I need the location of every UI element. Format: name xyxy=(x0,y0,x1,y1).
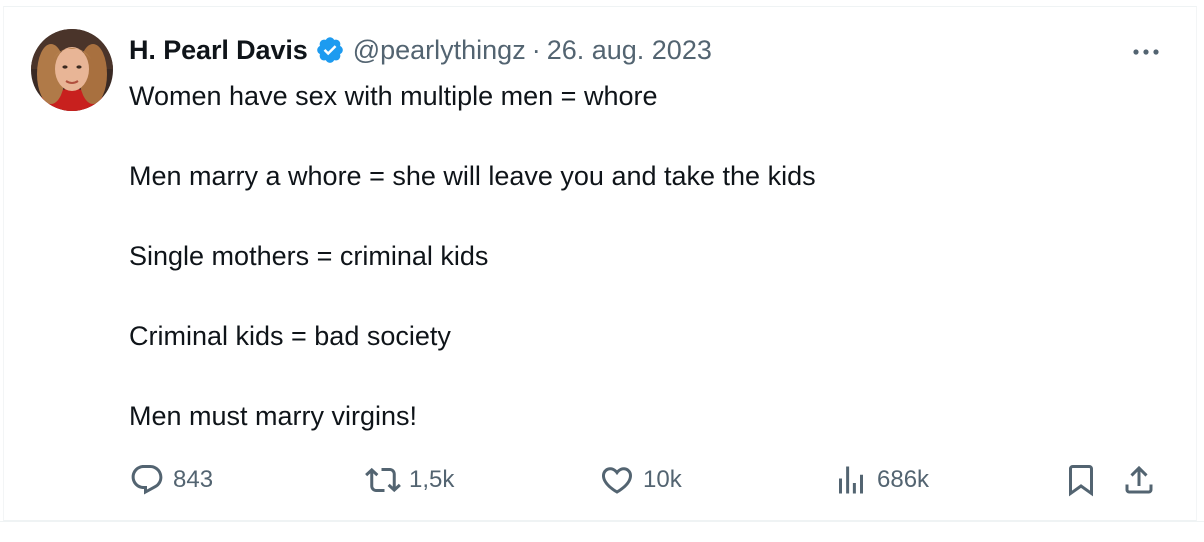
tweet-text: Women have sex with multiple men = whore… xyxy=(129,76,1129,436)
reply-button[interactable]: 843 xyxy=(129,460,213,500)
avatar-image xyxy=(31,29,113,111)
repost-icon xyxy=(365,467,401,493)
bookmark-button[interactable] xyxy=(1063,460,1099,500)
tweet-text-line: Criminal kids = bad society xyxy=(129,321,451,351)
reply-icon xyxy=(131,465,163,495)
tweet-text-line: Men marry a whore = she will leave you a… xyxy=(129,161,816,191)
tweet-text-line: Single mothers = criminal kids xyxy=(129,241,489,271)
header-separator: · xyxy=(531,34,541,65)
tweet-actions: 843 1,5k 10k 686k xyxy=(129,460,1169,500)
tweet-date[interactable]: 26. aug. 2023 xyxy=(547,35,712,66)
bookmark-icon xyxy=(1069,465,1093,497)
like-icon xyxy=(601,467,633,494)
tweet-header: H. Pearl Davis @pearlythingz · 26. aug. … xyxy=(129,30,712,70)
repost-button[interactable]: 1,5k xyxy=(365,460,454,500)
views-count: 686k xyxy=(877,466,930,493)
repost-count: 1,5k xyxy=(409,466,455,493)
share-button[interactable] xyxy=(1121,460,1157,500)
views-button[interactable]: 686k xyxy=(833,460,929,500)
more-icon xyxy=(1133,49,1159,55)
tweet-text-line: Men must marry virgins! xyxy=(129,401,418,431)
next-item-divider xyxy=(0,521,1204,542)
reply-count: 843 xyxy=(173,466,214,493)
like-count: 10k xyxy=(643,466,682,493)
tweet-text-line: Women have sex with multiple men = whore xyxy=(129,81,658,111)
author-handle[interactable]: @pearlythingz xyxy=(353,35,526,66)
like-button[interactable]: 10k xyxy=(599,460,682,500)
share-icon xyxy=(1125,465,1153,494)
views-icon xyxy=(839,466,863,494)
more-options-button[interactable] xyxy=(1124,34,1168,70)
verified-badge-icon[interactable] xyxy=(315,35,345,65)
author-display-name[interactable]: H. Pearl Davis xyxy=(129,35,308,66)
avatar[interactable] xyxy=(31,29,113,111)
